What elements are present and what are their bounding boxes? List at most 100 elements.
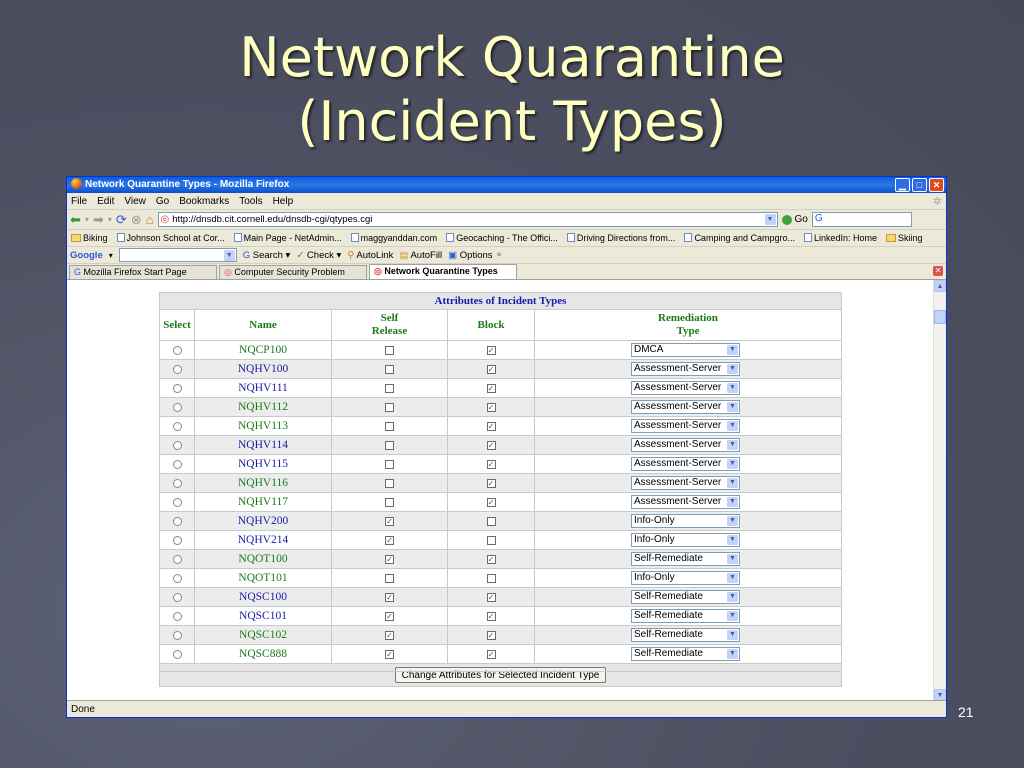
select-radio[interactable] (172, 402, 182, 412)
chevron-down-icon[interactable]: ▼ (727, 440, 738, 450)
remediation-select[interactable]: Self-Remediate ▼ (631, 628, 740, 642)
tab-network-quarantine[interactable]: ◎ Network Quarantine Types (369, 264, 517, 279)
google-search-input[interactable]: ▼ (118, 248, 237, 262)
scroll-up-icon[interactable]: ▲ (934, 280, 946, 292)
scroll-thumb[interactable] (934, 310, 946, 324)
remediation-select[interactable]: Info-Only ▼ (631, 533, 740, 547)
chevron-down-icon[interactable]: ▼ (727, 554, 738, 564)
select-radio[interactable] (172, 535, 182, 545)
chevron-down-icon[interactable]: ▼ (727, 364, 738, 374)
chevron-down-icon[interactable]: ▼ (727, 573, 738, 583)
select-radio[interactable] (172, 421, 182, 431)
back-arrow-icon[interactable]: ⬅ (70, 212, 81, 228)
search-box[interactable]: G (811, 212, 912, 227)
self-release-checkbox[interactable] (385, 421, 394, 431)
chevron-down-icon[interactable]: ▼ (727, 611, 738, 621)
google-dropdown-icon[interactable]: ▾ (109, 251, 113, 260)
block-checkbox[interactable] (486, 573, 496, 583)
chevron-down-icon[interactable]: ▼ (727, 516, 738, 526)
bookmark-biking[interactable]: Biking (71, 233, 108, 243)
select-radio[interactable] (172, 497, 182, 507)
menu-view[interactable]: View (124, 196, 146, 207)
select-radio[interactable] (172, 573, 182, 583)
url-bar[interactable]: ◎ http://dnsdb.cit.cornell.edu/dnsdb-cgi… (157, 212, 778, 227)
select-radio[interactable] (172, 345, 182, 355)
select-radio[interactable] (172, 459, 182, 469)
chevron-down-icon[interactable]: ▼ (727, 459, 738, 469)
vertical-scrollbar[interactable]: ▲ ▼ (933, 280, 946, 701)
self-release-checkbox[interactable] (385, 364, 394, 374)
self-release-checkbox[interactable]: ✓ (385, 554, 394, 564)
block-checkbox[interactable]: ✓ (486, 592, 496, 602)
remediation-select[interactable]: Assessment-Server ▼ (631, 362, 740, 376)
self-release-checkbox[interactable]: ✓ (385, 649, 394, 659)
bookmark-linkedin[interactable]: LinkedIn: Home (804, 233, 877, 243)
select-radio[interactable] (172, 478, 182, 488)
self-release-checkbox[interactable] (385, 345, 394, 355)
block-checkbox[interactable]: ✓ (486, 611, 496, 621)
forward-dropdown-icon[interactable]: ▾ (108, 215, 112, 224)
close-tab-icon[interactable]: ✕ (933, 266, 943, 276)
block-checkbox[interactable]: ✓ (486, 459, 496, 469)
menu-help[interactable]: Help (273, 196, 294, 207)
self-release-checkbox[interactable]: ✓ (385, 516, 394, 526)
maximize-icon[interactable]: □ (912, 178, 927, 192)
spellcheck-button[interactable]: ✓ Check ▾ (296, 250, 341, 261)
block-checkbox[interactable]: ✓ (486, 630, 496, 640)
select-radio[interactable] (172, 611, 182, 621)
remediation-select[interactable]: Self-Remediate ▼ (631, 552, 740, 566)
go-button[interactable]: Go (781, 214, 808, 225)
select-radio[interactable] (172, 516, 182, 526)
menu-file[interactable]: File (71, 196, 87, 207)
block-checkbox[interactable]: ✓ (486, 440, 496, 450)
bookmark-skiing[interactable]: Skiing (886, 233, 923, 243)
remediation-select[interactable]: Assessment-Server ▼ (631, 438, 740, 452)
self-release-checkbox[interactable] (385, 383, 394, 393)
self-release-checkbox[interactable]: ✓ (385, 592, 394, 602)
chevron-down-icon[interactable]: ▼ (727, 421, 738, 431)
bookmark-driving[interactable]: Driving Directions from... (566, 233, 675, 243)
remediation-select[interactable]: Assessment-Server ▼ (631, 381, 740, 395)
self-release-checkbox[interactable]: ✓ (385, 611, 394, 621)
block-checkbox[interactable]: ✓ (486, 554, 496, 564)
chevron-down-icon[interactable]: ▼ (727, 535, 738, 545)
remediation-select[interactable]: Self-Remediate ▼ (631, 590, 740, 604)
chevron-down-icon[interactable]: ▼ (727, 345, 738, 355)
remediation-select[interactable]: Assessment-Server ▼ (631, 419, 740, 433)
block-checkbox[interactable] (486, 535, 496, 545)
tab-computer-security[interactable]: ◎ Computer Security Problem (219, 265, 367, 279)
select-radio[interactable] (172, 554, 182, 564)
self-release-checkbox[interactable] (385, 478, 394, 488)
chevron-down-icon[interactable]: ▼ (727, 592, 738, 602)
forward-arrow-icon[interactable]: ➡ (93, 212, 104, 228)
google-logo[interactable]: Google (70, 250, 103, 261)
remediation-select[interactable]: Assessment-Server ▼ (631, 495, 740, 509)
reload-icon[interactable]: ⟳ (116, 212, 127, 228)
bookmark-camping[interactable]: Camping and Campgro... (684, 233, 795, 243)
bookmark-geocaching[interactable]: Geocaching - The Offici... (446, 233, 558, 243)
self-release-checkbox[interactable]: ✓ (385, 630, 394, 640)
self-release-checkbox[interactable] (385, 573, 394, 583)
chevron-down-icon[interactable]: ▼ (727, 383, 738, 393)
select-radio[interactable] (172, 440, 182, 450)
remediation-select[interactable]: Self-Remediate ▼ (631, 647, 740, 661)
remediation-select[interactable]: Assessment-Server ▼ (631, 457, 740, 471)
menu-tools[interactable]: Tools (239, 196, 262, 207)
minimize-icon[interactable]: ▁ (895, 178, 910, 192)
block-checkbox[interactable] (486, 516, 496, 526)
select-radio[interactable] (172, 364, 182, 374)
remediation-select[interactable]: Info-Only ▼ (631, 571, 740, 585)
block-checkbox[interactable]: ✓ (486, 649, 496, 659)
remediation-select[interactable]: Info-Only ▼ (631, 514, 740, 528)
options-button[interactable]: ▣ Options ⚭ (448, 250, 503, 261)
select-radio[interactable] (172, 649, 182, 659)
google-search-button[interactable]: G Search ▾ (243, 250, 291, 261)
remediation-select[interactable]: Assessment-Server ▼ (631, 476, 740, 490)
self-release-checkbox[interactable] (385, 440, 394, 450)
self-release-checkbox[interactable]: ✓ (385, 535, 394, 545)
chevron-down-icon[interactable]: ▼ (727, 402, 738, 412)
self-release-checkbox[interactable] (385, 459, 394, 469)
self-release-checkbox[interactable] (385, 402, 394, 412)
remediation-select[interactable]: Self-Remediate ▼ (631, 609, 740, 623)
chevron-down-icon[interactable]: ▼ (727, 630, 738, 640)
